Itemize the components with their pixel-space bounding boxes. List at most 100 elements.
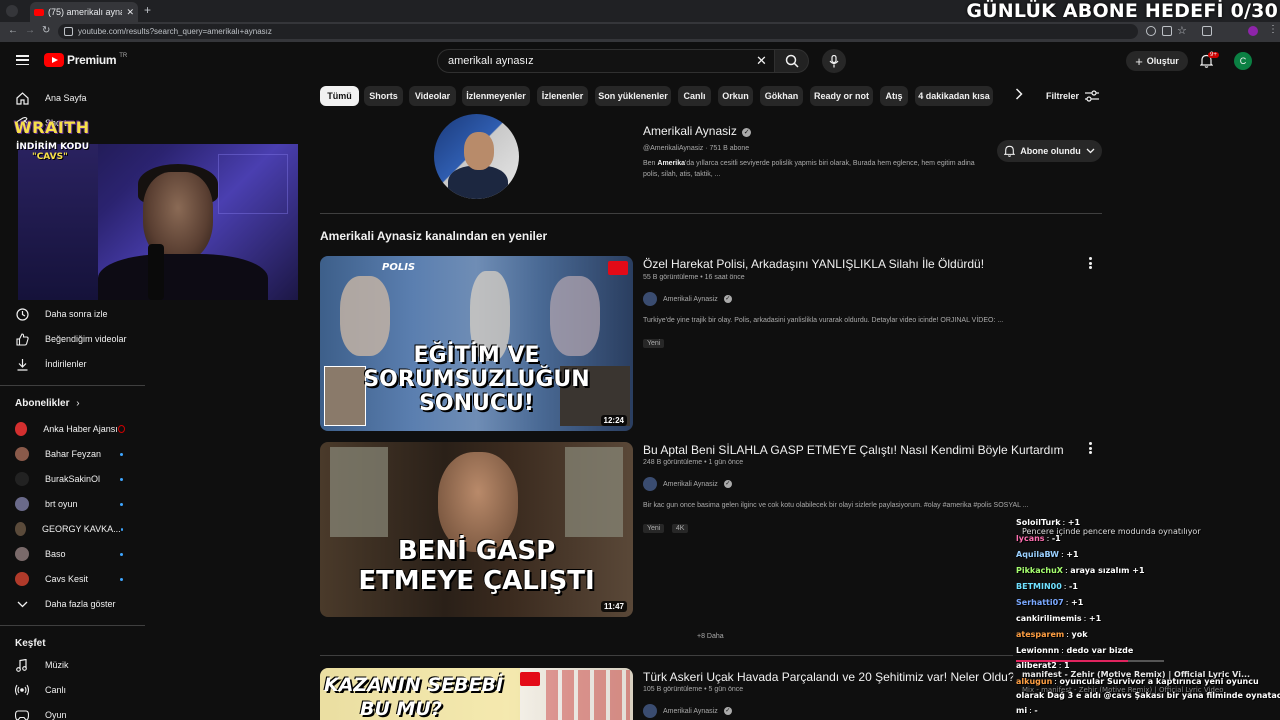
results-divider	[320, 655, 1102, 656]
video-menu-kebab-icon[interactable]	[1086, 441, 1094, 455]
subscription-avatar	[15, 522, 26, 536]
video-title[interactable]: Bu Aptal Beni SİLAHLA GASP ETMEYE Çalışt…	[643, 443, 1064, 457]
new-badge: Yeni	[643, 339, 665, 348]
verified-check-icon: ✓	[742, 128, 752, 137]
new-tab-button[interactable]: +	[144, 3, 151, 17]
url-field[interactable]: youtube.com/results?search_query=amerika…	[58, 24, 1138, 39]
filters-button[interactable]: Filtreler	[1046, 90, 1100, 102]
sidebar-item-label: Cavs Kesit	[45, 574, 89, 584]
tab-search-button[interactable]	[6, 5, 18, 17]
forward-icon[interactable]: →	[25, 25, 35, 36]
bookmark-star-icon[interactable]: ☆	[1177, 24, 1187, 37]
sidebar-item-label: Daha fazla göster	[45, 599, 116, 609]
thumbnail-text-line: KAZANIN SEBEBİ	[324, 674, 504, 696]
sidebar-subscription-item[interactable]: Baso	[0, 542, 145, 566]
sidebar-subscription-item[interactable]: GEORGY KAVKA...	[0, 517, 145, 541]
filter-chip[interactable]: Ready or not	[810, 86, 873, 106]
filter-chip[interactable]: İzlenmeyenler	[462, 86, 530, 106]
video-menu-kebab-icon[interactable]	[1086, 256, 1094, 270]
verified-check-icon: ✓	[723, 480, 732, 488]
sidebar-item-live[interactable]: Canlı	[0, 678, 145, 702]
video-badges: Yeni 4K	[643, 517, 691, 535]
filter-chip[interactable]: 4 dakikadan kısa	[915, 86, 993, 106]
chat-text: +1	[1071, 598, 1084, 607]
reload-icon[interactable]: ↻	[42, 25, 50, 36]
video-thumbnail[interactable]: KAZANIN SEBEBİ BU MU?	[320, 668, 633, 720]
filter-chip[interactable]: Shorts	[364, 86, 403, 106]
filters-label: Filtreler	[1046, 91, 1080, 101]
channel-avatar-small	[643, 704, 657, 718]
sidebar-subscription-item[interactable]: brt oyun	[0, 492, 145, 516]
subscription-avatar	[15, 447, 29, 461]
filter-chip[interactable]: İzlenenler	[537, 86, 588, 106]
search-button[interactable]	[775, 49, 809, 73]
channel-name[interactable]: Amerikali Aynasiz ✓	[643, 124, 752, 138]
chat-message: olarak Dağ 3 e aldı @cavs Şakası bir yan…	[1016, 691, 1280, 700]
video-thumbnail[interactable]: BENİ GASP ETMEYE ÇALIŞTI 11:47	[320, 442, 633, 617]
chevron-right-icon	[1015, 88, 1023, 100]
filter-chip[interactable]: Son yüklenenler	[595, 86, 671, 106]
site-info-icon[interactable]	[64, 27, 73, 36]
extensions-icon[interactable]	[1202, 26, 1212, 36]
create-button[interactable]: + Oluştur	[1126, 51, 1188, 71]
sidebar-divider	[0, 625, 145, 626]
video-channel[interactable]: Amerikali Aynasiz ✓	[643, 477, 732, 491]
video-channel[interactable]: Amerikali Aynasiz ✓	[643, 704, 732, 718]
clear-search-icon[interactable]: ✕	[756, 53, 767, 69]
search-input[interactable]: amerikalı aynasız	[437, 49, 775, 73]
chevron-right-icon: ›	[76, 398, 80, 409]
voice-search-button[interactable]	[822, 49, 846, 73]
sidebar-subscription-item[interactable]: Bahar Feyzan	[0, 442, 145, 466]
channel-avatar[interactable]	[434, 114, 519, 199]
profile-icon[interactable]	[1248, 26, 1258, 36]
chat-username: SoloilTurk	[1016, 518, 1061, 527]
show-more-videos-link[interactable]: +8 Daha	[697, 633, 724, 640]
sidebar-subscription-item[interactable]: Anka Haber Ajansı	[0, 417, 145, 441]
video-thumbnail[interactable]: POLIS EĞİTİM VE SORUMSUZLUĞUN SONUCU! 12…	[320, 256, 633, 431]
subscribed-button[interactable]: Abone olundu	[997, 140, 1102, 162]
video-title[interactable]: Özel Harekat Polisi, Arkadaşını YANLIŞLI…	[643, 257, 984, 271]
microphone-icon	[829, 54, 839, 67]
subscriptions-heading[interactable]: Abonelikler ›	[15, 398, 80, 409]
filter-chip[interactable]: Videolar	[409, 86, 456, 106]
subscribed-label: Abone olundu	[1020, 146, 1081, 156]
video-channel[interactable]: Amerikali Aynasiz ✓	[643, 292, 732, 306]
browser-tab[interactable]: (75) amerikalı aynasız - You ✕	[30, 2, 138, 22]
chips-next-button[interactable]	[1015, 88, 1029, 104]
filter-chip[interactable]: Tümü	[320, 86, 359, 106]
chat-text: +1	[1088, 614, 1102, 623]
video-title[interactable]: Türk Askeri Uçak Havada Parçalandı ve 20…	[643, 670, 1015, 684]
filter-chip[interactable]: Orkun	[718, 86, 753, 106]
verified-check-icon: ✓	[723, 707, 732, 715]
sidebar-item-label: Ana Sayfa	[45, 93, 87, 103]
filter-chip[interactable]: Atış	[880, 86, 908, 106]
sidebar-item-watch-later[interactable]: Daha sonra izle	[0, 302, 145, 326]
chat-message: atesparem: yok	[1016, 630, 1088, 639]
subscription-avatar	[15, 547, 29, 561]
zoom-icon[interactable]	[1146, 26, 1156, 36]
chat-text: oyuncular Survivor a kaptırınca yeni oyu…	[1059, 677, 1259, 686]
sidebar-item-gaming[interactable]: Oyun	[0, 703, 145, 720]
back-icon[interactable]: ←	[8, 25, 18, 36]
channel-avatar-small	[643, 477, 657, 491]
live-icon	[15, 683, 29, 697]
sidebar-item-music[interactable]: Müzik	[0, 653, 145, 677]
tab-close-icon[interactable]: ✕	[126, 7, 134, 18]
sidebar-item-downloads[interactable]: İndirilenler	[0, 352, 145, 376]
sidebar-item-label: GEORGY KAVKA...	[41, 524, 121, 534]
video-channel-name: Amerikali Aynasiz	[663, 707, 718, 715]
browser-menu-icon[interactable]: ⋮	[1268, 24, 1278, 35]
hamburger-menu-icon[interactable]	[16, 55, 29, 65]
sidebar-item-home[interactable]: Ana Sayfa	[0, 86, 145, 110]
youtube-premium-logo[interactable]: Premium TR	[44, 53, 127, 67]
sidebar-item-liked-videos[interactable]: Beğendiğim videolar	[0, 327, 145, 351]
cast-icon[interactable]	[1162, 26, 1172, 36]
chat-message: Lewionnn: dedo var bizde	[1016, 646, 1133, 655]
sidebar-subscription-item[interactable]: Cavs Kesit	[0, 567, 145, 591]
account-avatar[interactable]: C	[1234, 52, 1252, 70]
sidebar-subscription-item[interactable]: BurakSakinOl	[0, 467, 145, 491]
filter-chip[interactable]: Gökhan	[760, 86, 803, 106]
show-more-button[interactable]: Daha fazla göster	[0, 592, 145, 616]
filter-chip[interactable]: Canlı	[678, 86, 711, 106]
new-content-dot	[120, 577, 123, 581]
